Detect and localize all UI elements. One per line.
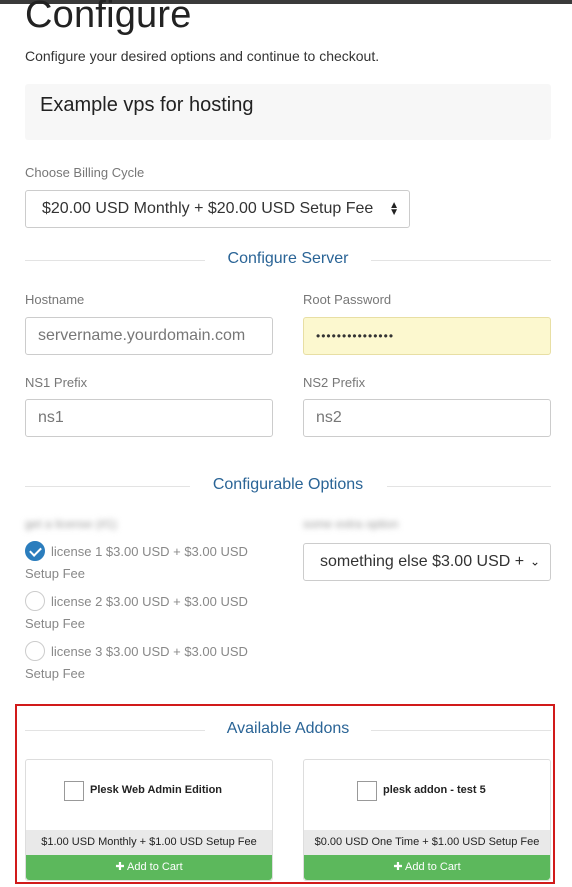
license-option-2-suffix: Setup Fee	[25, 616, 85, 631]
plus-icon: ✚	[393, 861, 403, 873]
plus-icon: ✚	[115, 861, 125, 873]
configure-server-heading: Configure Server	[25, 250, 551, 270]
addon-1-price: $1.00 USD Monthly + $1.00 USD Setup Fee	[26, 830, 272, 855]
license-option-2[interactable]: license 2 $3.00 USD + $3.00 USD Setup Fe…	[25, 590, 275, 635]
billing-cycle-select[interactable]: $20.00 USD Monthly + $20.00 USD Setup Fe…	[25, 190, 410, 228]
product-summary: Example vps for hosting	[25, 84, 551, 140]
addon-2-checkbox[interactable]	[357, 781, 377, 801]
available-addons-heading: Available Addons	[25, 720, 551, 740]
configurable-options-title: Configurable Options	[212, 476, 364, 493]
configurable-options-heading: Configurable Options	[25, 476, 551, 496]
updown-arrows-icon: ▲ ▼	[389, 200, 399, 218]
license-option-3[interactable]: license 3 $3.00 USD + $3.00 USD Setup Fe…	[25, 640, 275, 685]
extra-option-select[interactable]: something else $3.00 USD + ⌄	[303, 543, 551, 581]
chevron-down-icon: ⌄	[526, 556, 540, 568]
hostname-input[interactable]: servername.yourdomain.com	[25, 317, 273, 355]
product-name: Example vps for hosting	[40, 94, 254, 116]
ns2-prefix-value: ns2	[316, 409, 342, 426]
configure-server-title: Configure Server	[227, 250, 349, 267]
addon-2-add-to-cart-button[interactable]: ✚ Add to Cart	[304, 855, 550, 880]
addon-1-button-label: Add to Cart	[127, 861, 183, 873]
addon-card-1: Plesk Web Admin Edition $1.00 USD Monthl…	[25, 759, 273, 881]
addon-2-button-label: Add to Cart	[405, 861, 461, 873]
hostname-label: Hostname	[25, 292, 85, 307]
ns2-prefix-input[interactable]: ns2	[303, 399, 551, 437]
ns2-prefix-label: NS2 Prefix	[303, 375, 366, 390]
addon-1-name: Plesk Web Admin Edition	[90, 784, 223, 796]
root-password-value: •••••••••••••••	[316, 329, 395, 343]
root-password-input[interactable]: •••••••••••••••	[303, 317, 551, 355]
addon-2-price: $0.00 USD One Time + $1.00 USD Setup Fee	[304, 830, 550, 855]
addon-1-checkbox[interactable]	[64, 781, 84, 801]
root-password-label: Root Password	[303, 292, 392, 307]
ns1-prefix-value: ns1	[38, 409, 64, 426]
license-option-1-label: license 1 $3.00 USD + $3.00 USD	[51, 544, 248, 559]
ns1-prefix-input[interactable]: ns1	[25, 399, 273, 437]
radio-unchecked-icon[interactable]	[25, 640, 45, 661]
radio-unchecked-icon[interactable]	[25, 590, 45, 611]
license-option-3-label: license 3 $3.00 USD + $3.00 USD	[51, 644, 248, 659]
option-group-label-right: some extra option	[303, 517, 399, 531]
billing-cycle-value: $20.00 USD Monthly + $20.00 USD Setup Fe…	[42, 200, 374, 217]
option-group-label-left: get a license (#1)	[25, 517, 118, 531]
extra-option-value: something else $3.00 USD +	[320, 553, 525, 570]
ns1-prefix-label: NS1 Prefix	[25, 375, 88, 390]
radio-checked-icon[interactable]	[25, 540, 45, 561]
page-title: Configure	[25, 0, 192, 36]
license-option-1-suffix: Setup Fee	[25, 566, 85, 581]
license-option-2-label: license 2 $3.00 USD + $3.00 USD	[51, 594, 248, 609]
license-option-3-suffix: Setup Fee	[25, 666, 85, 681]
addon-2-name: plesk addon - test 5	[383, 784, 486, 796]
page-subtitle: Configure your desired options and conti…	[25, 48, 380, 64]
addon-card-2: plesk addon - test 5 $0.00 USD One Time …	[303, 759, 551, 881]
billing-cycle-label: Choose Billing Cycle	[25, 165, 145, 180]
hostname-placeholder: servername.yourdomain.com	[38, 327, 246, 344]
license-option-1[interactable]: license 1 $3.00 USD + $3.00 USD Setup Fe…	[25, 540, 275, 585]
addon-1-add-to-cart-button[interactable]: ✚ Add to Cart	[26, 855, 272, 880]
available-addons-title: Available Addons	[226, 720, 350, 737]
